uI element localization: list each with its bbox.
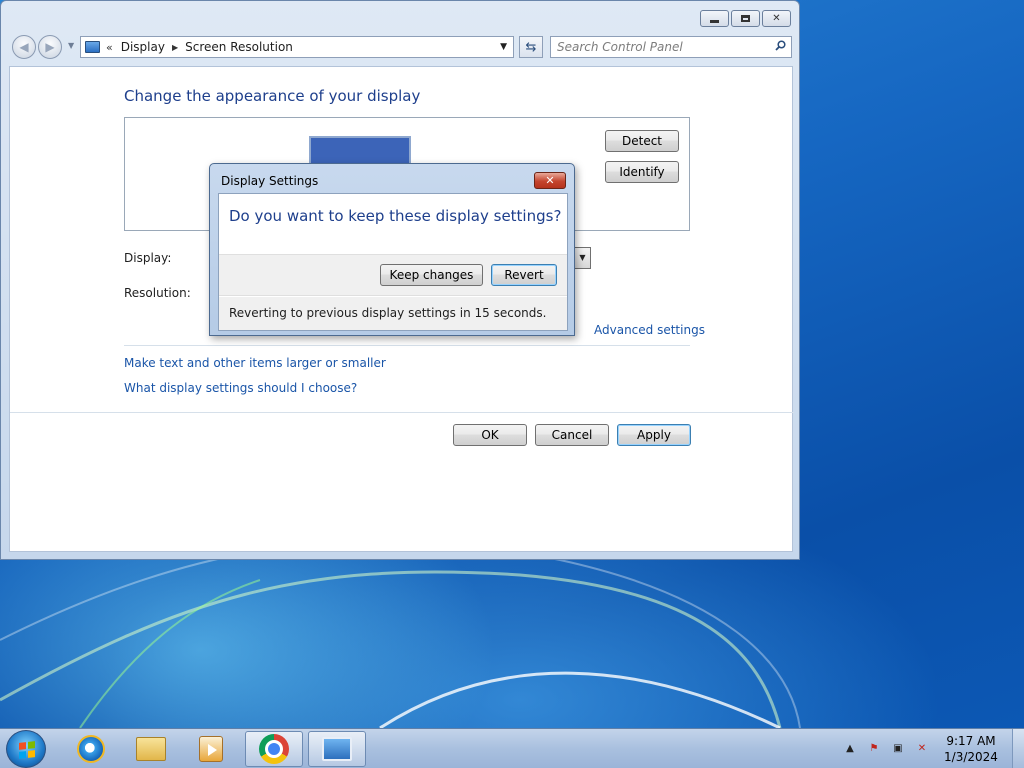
notification-area: ▲ ⚑ ▣ ✕ (842, 729, 930, 768)
address-dropdown-icon[interactable]: ▼ (500, 42, 507, 52)
network-icon[interactable]: ▣ (890, 741, 906, 757)
forward-arrow-icon: ▶ (45, 40, 55, 54)
minimize-icon (710, 20, 719, 23)
search-input[interactable]: Search Control Panel (550, 36, 792, 58)
show-desktop-button[interactable] (1012, 729, 1024, 768)
close-button[interactable]: ✕ (762, 10, 791, 27)
windows-logo-icon (19, 741, 35, 759)
show-hidden-icons-button[interactable]: ▲ (842, 741, 858, 757)
system-clock[interactable]: 9:17 AM 1/3/2024 (940, 733, 1002, 765)
dialog-close-button[interactable]: ✕ (534, 172, 566, 189)
windows-explorer-icon (136, 737, 166, 761)
minimize-button[interactable] (700, 10, 729, 27)
resolution-label: Resolution: (124, 286, 191, 300)
close-icon: ✕ (772, 12, 781, 24)
action-center-flag-icon[interactable]: ⚑ (866, 741, 882, 757)
control-panel-icon (322, 737, 352, 761)
volume-muted-icon[interactable]: ✕ (914, 741, 930, 757)
breadcrumb-separator-icon[interactable]: ▶ (172, 43, 178, 52)
forward-button[interactable]: ▶ (38, 35, 62, 59)
dialog-button-bar: Keep changes Revert (219, 254, 567, 296)
back-arrow-icon: ◀ (19, 40, 29, 54)
maximize-icon (741, 15, 750, 22)
error-x-icon: ⚑ (869, 743, 879, 754)
taskbar-media-player[interactable] (182, 731, 240, 767)
apply-button[interactable]: Apply (617, 424, 691, 446)
display-dropdown-arrow[interactable]: ▼ (574, 247, 591, 269)
divider (124, 345, 690, 346)
text-size-link[interactable]: Make text and other items larger or smal… (124, 356, 386, 370)
display-settings-help-link[interactable]: What display settings should I choose? (124, 381, 357, 395)
display-label: Display: (124, 251, 172, 265)
advanced-settings-link[interactable]: Advanced settings (594, 323, 705, 337)
start-button[interactable] (6, 730, 46, 768)
dialog-title: Display Settings (221, 174, 319, 188)
dialog-body: Do you want to keep these display settin… (218, 193, 568, 331)
taskbar-internet-explorer[interactable] (62, 731, 120, 767)
refresh-button[interactable]: ⇆ (519, 36, 543, 58)
internet-explorer-icon (77, 735, 105, 763)
revert-button[interactable]: Revert (491, 264, 557, 286)
chrome-icon (259, 734, 289, 764)
speaker-x-icon: ✕ (917, 743, 927, 754)
refresh-icon: ⇆ (525, 39, 537, 55)
back-button[interactable]: ◀ (12, 35, 36, 59)
overflow-chevron[interactable]: « (106, 41, 113, 54)
media-player-icon (199, 736, 223, 762)
taskbar: ▲ ⚑ ▣ ✕ 9:17 AM 1/3/2024 (0, 728, 1024, 768)
close-icon: ✕ (545, 174, 555, 187)
taskbar-control-panel[interactable] (308, 731, 366, 767)
network-status-icon: ▣ (893, 743, 903, 754)
recent-pages-dropdown[interactable]: ▼ (68, 41, 74, 50)
clock-date: 1/3/2024 (944, 750, 998, 764)
window-caption-buttons: ✕ (700, 10, 791, 27)
revert-countdown-text: Reverting to previous display settings i… (229, 306, 547, 320)
cancel-button[interactable]: Cancel (535, 424, 609, 446)
display-icon (85, 41, 100, 53)
address-bar[interactable]: « Display ▶ Screen Resolution ▼ (80, 36, 514, 58)
navigation-bar: ◀ ▶ ▼ « Display ▶ Screen Resolution ▼ ⇆ … (9, 34, 793, 60)
ok-button[interactable]: OK (453, 424, 527, 446)
taskbar-chrome[interactable] (245, 731, 303, 767)
search-icon[interactable] (775, 40, 786, 51)
breadcrumb-display[interactable]: Display (121, 40, 165, 54)
breadcrumb-screen-resolution[interactable]: Screen Resolution (185, 40, 293, 54)
identify-button[interactable]: Identify (605, 161, 679, 183)
search-placeholder: Search Control Panel (557, 40, 683, 54)
keep-changes-button[interactable]: Keep changes (380, 264, 483, 286)
clock-time: 9:17 AM (946, 734, 996, 748)
taskbar-windows-explorer[interactable] (122, 731, 180, 767)
dialog-question: Do you want to keep these display settin… (229, 207, 562, 225)
maximize-button[interactable] (731, 10, 760, 27)
detect-button[interactable]: Detect (605, 130, 679, 152)
display-settings-dialog: Display Settings ✕ Do you want to keep t… (209, 163, 575, 336)
divider (10, 412, 794, 413)
page-title: Change the appearance of your display (124, 87, 421, 105)
